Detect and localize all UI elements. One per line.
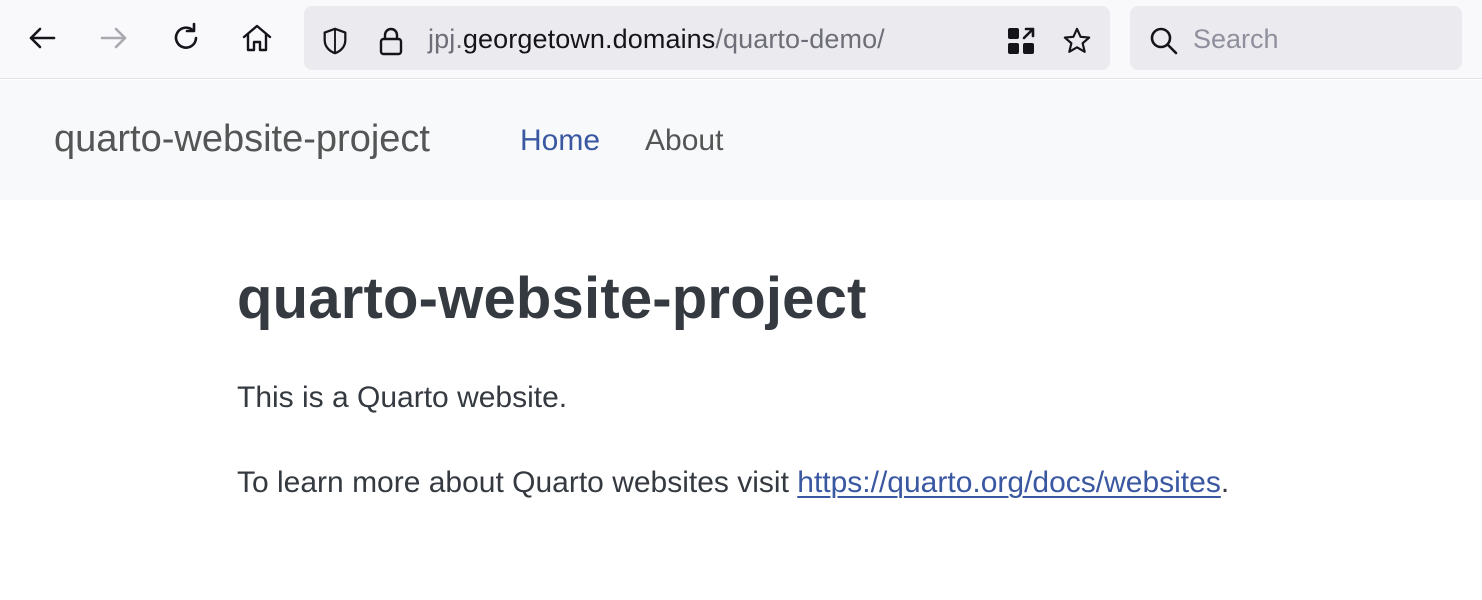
home-icon <box>240 21 274 55</box>
home-button[interactable] <box>237 18 277 58</box>
page-title: quarto-website-project <box>237 266 867 331</box>
learn-more-paragraph: To learn more about Quarto websites visi… <box>237 464 1229 502</box>
back-button[interactable] <box>22 18 62 58</box>
intro-paragraph: This is a Quarto website. <box>237 381 568 414</box>
forward-arrow-icon <box>97 21 131 55</box>
qr-code-icon[interactable] <box>1006 26 1036 56</box>
quarto-docs-link[interactable]: https://quarto.org/docs/websites <box>797 466 1221 499</box>
url-path: /quarto-demo/ <box>715 24 885 54</box>
url-domain: georgetown.domains <box>462 24 716 54</box>
learn-more-period: . <box>1220 466 1230 499</box>
lock-icon[interactable] <box>376 26 406 56</box>
back-arrow-icon <box>25 21 59 55</box>
site-navbar: quarto-website-project Home About <box>0 80 1482 200</box>
url-prefix: jpj. <box>428 24 463 54</box>
search-box[interactable]: Search <box>1130 6 1462 70</box>
search-placeholder: Search <box>1193 24 1279 54</box>
nav-link-home[interactable]: Home <box>520 122 600 160</box>
forward-button[interactable] <box>94 18 134 58</box>
browser-toolbar: jpj.georgetown.domains/quarto-demo/ Sear… <box>0 0 1482 79</box>
nav-link-about[interactable]: About <box>645 122 723 160</box>
reload-icon <box>169 21 203 55</box>
url-text[interactable]: jpj.georgetown.domains/quarto-demo/ <box>428 23 885 55</box>
reload-button[interactable] <box>166 18 206 58</box>
shield-icon[interactable] <box>320 26 350 56</box>
learn-more-text: To learn more about Quarto websites visi… <box>237 466 798 499</box>
url-bar[interactable]: jpj.georgetown.domains/quarto-demo/ <box>304 6 1110 70</box>
search-icon <box>1148 25 1180 57</box>
site-brand-link[interactable]: quarto-website-project <box>54 116 430 162</box>
star-icon[interactable] <box>1062 26 1092 56</box>
